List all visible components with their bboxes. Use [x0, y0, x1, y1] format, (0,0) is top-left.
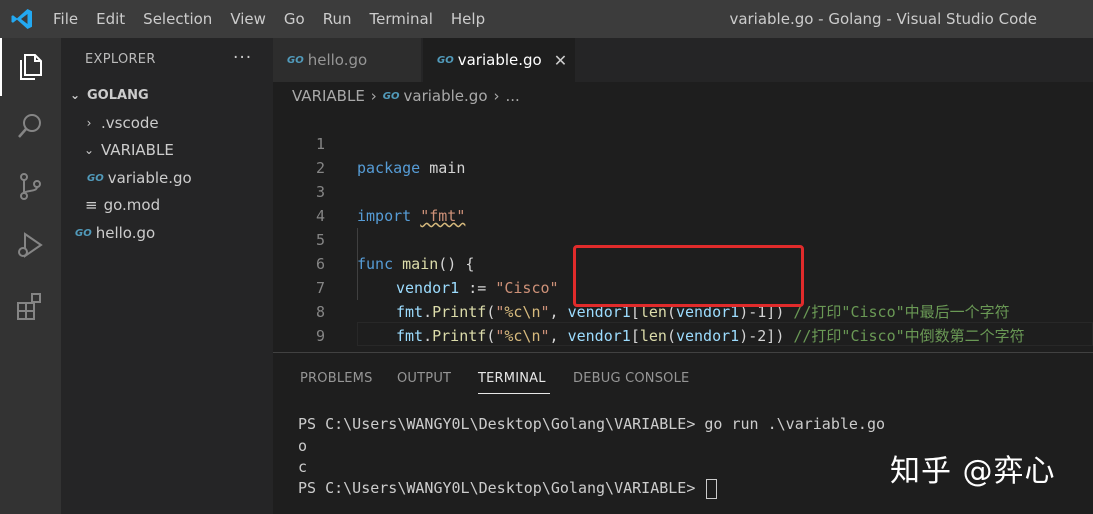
terminal-prompt-line[interactable]: PS C:\Users\WANGY0L\Desktop\Golang\VARIA… — [298, 477, 718, 499]
activity-bar — [0, 38, 61, 514]
tree-item-vscode[interactable]: › .vscode — [81, 110, 159, 136]
title-bar: File Edit Selection View Go Run Terminal… — [0, 0, 1093, 38]
menu-bar: File Edit Selection View Go Run Terminal… — [53, 0, 503, 38]
tree-item-variable-folder[interactable]: ⌄ VARIABLE — [81, 137, 174, 163]
tree-item-label: variable.go — [107, 169, 192, 187]
explorer-sidebar: EXPLORER ··· ⌄ GOLANG › .vscode ⌄ VARIAB… — [61, 38, 273, 514]
tree-item-go-mod[interactable]: ≡ go.mod — [85, 192, 160, 218]
menu-file[interactable]: File — [53, 10, 78, 28]
terminal-prompt: PS C:\Users\WANGY0L\Desktop\Golang\VARIA… — [298, 479, 705, 497]
go-file-icon: GO — [87, 172, 104, 184]
menu-view[interactable]: View — [230, 10, 266, 28]
tree-item-label: .vscode — [101, 114, 159, 132]
menu-selection[interactable]: Selection — [143, 10, 212, 28]
terminal-output-line: o — [298, 437, 308, 455]
tab-label: hello.go — [307, 51, 368, 69]
files-icon[interactable] — [14, 51, 46, 83]
tab-label: variable.go — [457, 51, 542, 69]
tab-output[interactable]: OUTPUT — [397, 371, 451, 386]
vscode-logo-icon — [11, 9, 32, 29]
chevron-right-icon: › — [370, 87, 377, 105]
code-line: 4 — [273, 180, 1093, 225]
tab-variable-go[interactable]: GO variable.go ✕ — [423, 38, 575, 82]
breadcrumb: VARIABLE › GO variable.go › ... — [292, 86, 520, 106]
code-line: 3 import "fmt" — [273, 156, 1093, 225]
tree-item-hello-go[interactable]: GO hello.go — [75, 220, 155, 246]
terminal-output-line: c — [298, 458, 308, 476]
current-line-highlight — [357, 322, 1093, 346]
run-debug-icon[interactable] — [14, 229, 46, 261]
tab-terminal[interactable]: TERMINAL — [478, 371, 546, 386]
breadcrumb-folder[interactable]: VARIABLE — [292, 87, 365, 105]
tab-hello-go[interactable]: GO hello.go — [273, 38, 421, 82]
editor-tabs: GO hello.go GO variable.go ✕ — [273, 38, 1093, 82]
tree-item-label: VARIABLE — [101, 141, 174, 159]
search-icon[interactable] — [14, 110, 46, 142]
go-file-icon: GO — [382, 90, 400, 102]
chevron-down-icon: ⌄ — [83, 143, 95, 157]
explorer-title: EXPLORER — [85, 52, 156, 67]
go-file-icon: GO — [437, 54, 454, 66]
code-line: 5 func main() { — [273, 204, 1093, 273]
go-file-icon: GO — [287, 54, 304, 66]
tree-item-variable-go[interactable]: GO variable.go — [87, 165, 192, 191]
menu-go[interactable]: Go — [284, 10, 305, 28]
extensions-icon[interactable] — [14, 290, 46, 322]
go-file-icon: GO — [75, 227, 92, 239]
window-title: variable.go - Golang - Visual Studio Cod… — [729, 10, 1037, 28]
tree-root-label: GOLANG — [87, 87, 149, 103]
chevron-right-icon: › — [86, 116, 92, 130]
chevron-right-icon: › — [493, 87, 500, 105]
file-lines-icon: ≡ — [85, 196, 98, 214]
tree-root-golang[interactable]: ⌄ GOLANG — [67, 82, 149, 108]
indent-guide — [357, 228, 358, 300]
code-line: 1 package main — [273, 108, 1093, 177]
terminal-command-line: PS C:\Users\WANGY0L\Desktop\Golang\VARIA… — [298, 415, 885, 433]
more-actions-icon[interactable]: ··· — [233, 48, 252, 68]
source-control-icon[interactable] — [14, 170, 46, 202]
tab-problems[interactable]: PROBLEMS — [300, 371, 373, 386]
tab-debug-console[interactable]: DEBUG CONSOLE — [573, 371, 689, 386]
breadcrumb-file[interactable]: variable.go — [404, 87, 488, 105]
code-editor[interactable]: 1 package main 2 3 import "fmt" 4 5 func… — [273, 108, 1093, 369]
active-tab-underline — [478, 393, 550, 394]
watermark: 知乎 @弈心 — [890, 454, 1056, 489]
tree-item-label: hello.go — [95, 224, 156, 242]
menu-terminal[interactable]: Terminal — [370, 10, 433, 28]
breadcrumb-more[interactable]: ... — [506, 87, 520, 105]
chevron-down-icon: ⌄ — [69, 88, 81, 102]
menu-run[interactable]: Run — [323, 10, 352, 28]
menu-edit[interactable]: Edit — [96, 10, 125, 28]
menu-help[interactable]: Help — [451, 10, 485, 28]
active-indicator — [0, 38, 2, 96]
close-icon[interactable]: ✕ — [554, 51, 567, 70]
terminal-cursor — [706, 478, 718, 499]
highlight-box-index-expressions — [573, 245, 804, 307]
code-line: 2 — [273, 132, 1093, 177]
tree-item-label: go.mod — [103, 196, 161, 214]
